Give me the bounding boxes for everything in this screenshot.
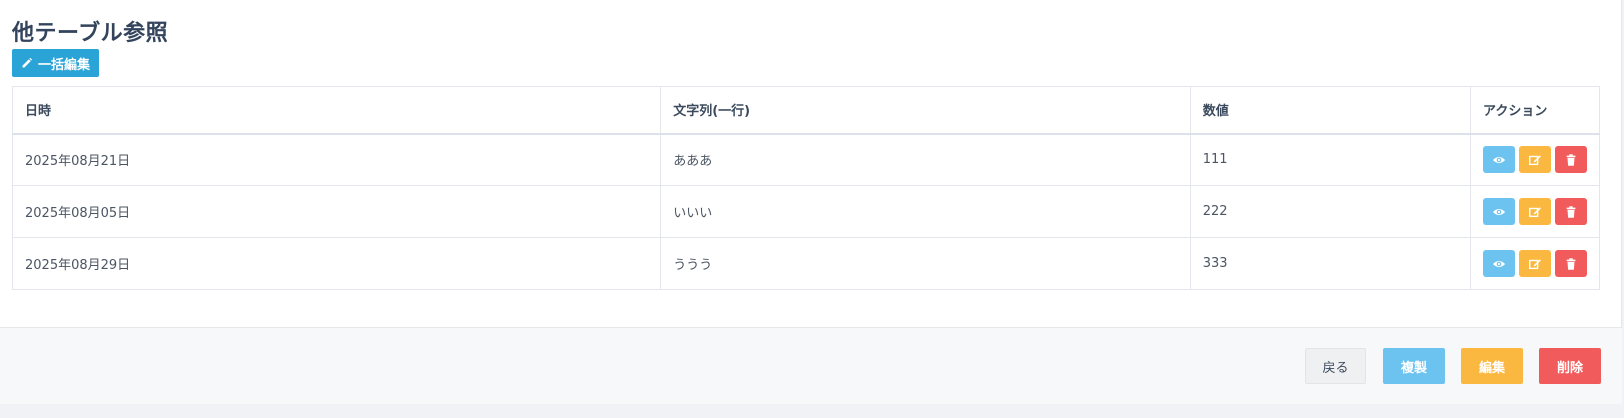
form-footer: 戻る 複製 編集 削除 <box>0 327 1622 404</box>
column-header-date[interactable]: 日時 <box>11 86 662 135</box>
bulk-edit-button[interactable]: 一括編集 <box>12 49 100 77</box>
delete-row-button[interactable] <box>1554 146 1587 174</box>
edit-row-button[interactable] <box>1518 250 1551 277</box>
eye-icon <box>1492 208 1506 215</box>
cell-actions <box>1469 185 1601 238</box>
cell-text: いいい <box>660 185 1191 238</box>
trash-icon <box>1566 154 1576 166</box>
back-button[interactable]: 戻る <box>1305 348 1366 384</box>
view-button[interactable] <box>1482 250 1515 277</box>
trash-icon <box>1566 205 1576 218</box>
trash-icon <box>1566 257 1576 270</box>
eye-icon <box>1492 260 1506 267</box>
page-frame: 他テーブル参照 一括編集 日時 文字列(一行) 数値 アクション 2025年08… <box>0 0 1624 418</box>
column-header-actions: アクション <box>1469 86 1601 135</box>
delete-row-button[interactable] <box>1554 250 1587 277</box>
edit-row-button[interactable] <box>1518 146 1551 174</box>
cell-number: 333 <box>1189 237 1471 290</box>
cell-date: 2025年08月05日 <box>11 185 662 238</box>
cell-text: ううう <box>660 237 1191 290</box>
bulk-edit-label: 一括編集 <box>38 57 91 73</box>
edit-button[interactable]: 編集 <box>1461 348 1523 384</box>
cell-actions <box>1469 237 1601 290</box>
table-row: 2025年08月21日 あああ 111 <box>11 133 1601 186</box>
cell-actions <box>1469 133 1601 186</box>
view-button[interactable] <box>1482 198 1515 225</box>
edit-icon <box>1529 206 1541 217</box>
cell-date: 2025年08月29日 <box>11 237 662 290</box>
table-row: 2025年08月29日 ううう 333 <box>11 237 1601 290</box>
delete-button[interactable]: 削除 <box>1539 348 1601 384</box>
eye-icon <box>1492 156 1506 163</box>
pencil-icon <box>22 57 33 68</box>
edit-icon <box>1529 154 1541 165</box>
cell-text: あああ <box>660 133 1191 186</box>
table-header-row: 日時 文字列(一行) 数値 アクション <box>11 86 1601 135</box>
delete-row-button[interactable] <box>1554 198 1587 225</box>
column-header-number[interactable]: 数値 <box>1189 86 1471 135</box>
page-title: 他テーブル参照 <box>12 21 169 46</box>
cell-number: 111 <box>1189 133 1471 186</box>
cell-date: 2025年08月21日 <box>11 133 662 186</box>
reference-table: 日時 文字列(一行) 数値 アクション 2025年08月21日 あああ 111 <box>11 86 1601 290</box>
table-row: 2025年08月05日 いいい 222 <box>11 185 1601 238</box>
edit-row-button[interactable] <box>1518 198 1551 225</box>
copy-button[interactable]: 複製 <box>1383 348 1445 384</box>
content-card: 他テーブル参照 一括編集 日時 文字列(一行) 数値 アクション 2025年08… <box>0 0 1622 404</box>
cell-number: 222 <box>1189 185 1471 238</box>
column-header-text[interactable]: 文字列(一行) <box>660 86 1191 135</box>
edit-icon <box>1529 258 1541 269</box>
view-button[interactable] <box>1482 146 1515 174</box>
